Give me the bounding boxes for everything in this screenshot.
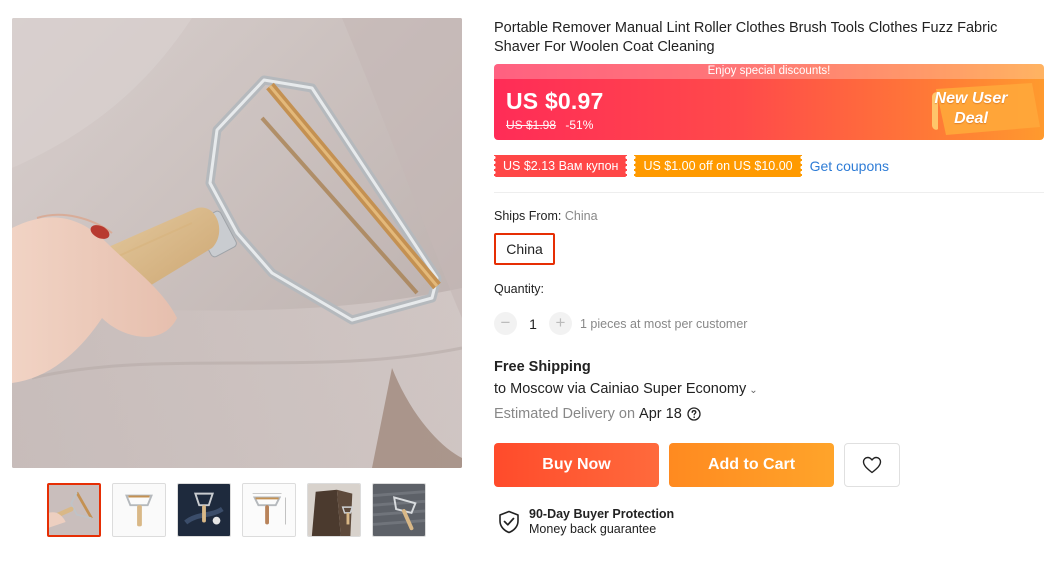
product-title: Portable Remover Manual Lint Roller Clot… xyxy=(494,20,998,55)
help-icon[interactable] xyxy=(687,407,701,421)
thumbnail-lint-remover-on-coat[interactable] xyxy=(47,483,101,537)
buyer-protection-text: 90-Day Buyer Protection Money back guara… xyxy=(529,507,674,537)
quantity-decrease-button[interactable]: − xyxy=(494,312,517,335)
discount-percent: -51% xyxy=(565,118,594,132)
thumbnail-lint-remover-dimensions[interactable] xyxy=(242,483,296,537)
thumbnail-lint-remover-white-background[interactable] xyxy=(112,483,166,537)
section-divider xyxy=(494,192,1044,193)
delivery-date: Apr 18 xyxy=(639,406,682,422)
ships-from-label: Ships From: China xyxy=(494,209,598,223)
thumbnail-strip xyxy=(47,483,426,537)
quantity-limit-note: 1 pieces at most per customer xyxy=(580,316,748,331)
original-price: US $1.98 xyxy=(506,118,557,132)
wishlist-button[interactable] xyxy=(844,443,900,487)
discount-strip: Enjoy special discounts! xyxy=(494,64,1044,79)
coupon-select[interactable]: US $1.00 off on US $10.00 xyxy=(632,155,804,177)
thumbnail-lint-remover-on-dark-fabric[interactable] xyxy=(177,483,231,537)
get-coupons-link[interactable]: Get coupons xyxy=(810,158,889,174)
ships-from-title: Ships From: xyxy=(494,209,562,223)
main-product-image[interactable] xyxy=(12,18,462,468)
shield-check-icon xyxy=(499,510,519,534)
original-price-row: US $1.98 -51% xyxy=(506,118,593,132)
estimated-delivery: Estimated Delivery on Apr 18 xyxy=(494,406,701,422)
quantity-label: Quantity: xyxy=(494,282,545,296)
quantity-stepper: − 1 + 1 pieces at most per customer xyxy=(494,312,747,335)
shipping-route-text: to Moscow via Cainiao Super Economy xyxy=(494,381,747,397)
delivery-label: Estimated Delivery on xyxy=(494,406,636,422)
new-user-deal-badge[interactable]: New User Deal xyxy=(894,79,1044,140)
thumbnail-lint-remover-on-brown-coat[interactable] xyxy=(307,483,361,537)
ship-from-option-china[interactable]: China xyxy=(494,233,555,265)
heart-icon xyxy=(862,456,882,474)
chevron-down-icon: ⌄ xyxy=(749,385,758,396)
shipping-route-selector[interactable]: to Moscow via Cainiao Super Economy ⌄ xyxy=(494,381,758,397)
price-banner: Enjoy special discounts! US $0.97 US $1.… xyxy=(494,64,1044,140)
buy-now-button[interactable]: Buy Now xyxy=(494,443,659,487)
coupon-store[interactable]: US $2.13 Вам купон xyxy=(491,155,630,177)
quantity-increase-button[interactable]: + xyxy=(549,312,572,335)
buyer-protection-subtitle: Money back guarantee xyxy=(529,522,657,536)
quantity-value[interactable]: 1 xyxy=(517,316,549,332)
thumbnail-lint-remover-on-grey-knit[interactable] xyxy=(372,483,426,537)
coupon-row: US $2.13 Вам купон US $1.00 off on US $1… xyxy=(491,155,889,177)
deal-badge-text: New User Deal xyxy=(934,90,1008,127)
add-to-cart-button[interactable]: Add to Cart xyxy=(669,443,834,487)
current-price: US $0.97 xyxy=(506,88,604,114)
ships-from-value: China xyxy=(564,209,598,223)
shipping-title: Free Shipping xyxy=(494,359,591,375)
buyer-protection: 90-Day Buyer Protection Money back guara… xyxy=(498,507,674,537)
buyer-protection-title: 90-Day Buyer Protection xyxy=(529,507,675,521)
